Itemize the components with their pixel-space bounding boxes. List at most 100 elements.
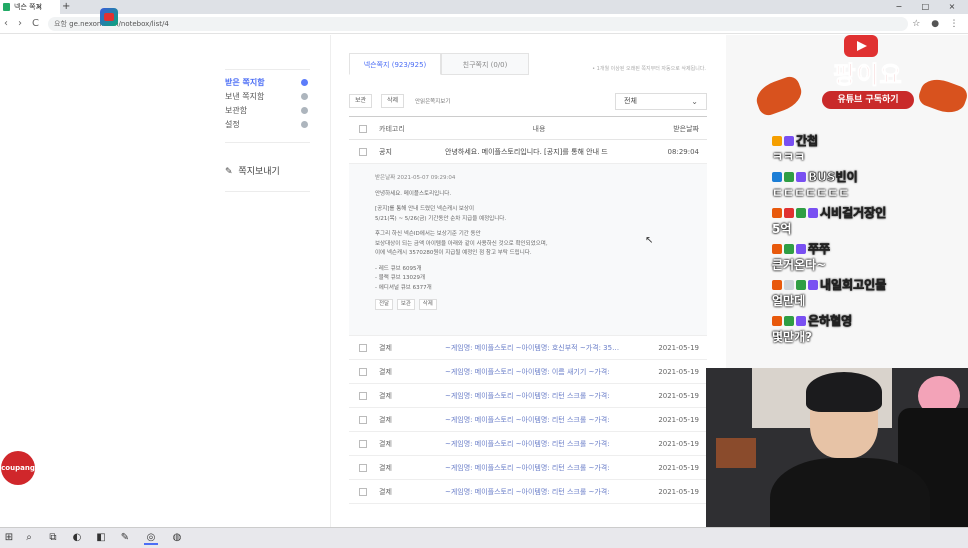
user-badge-icon: [784, 172, 794, 182]
coupang-ad[interactable]: coupang: [0, 448, 36, 490]
chevron-down-icon: ⌄: [691, 97, 698, 106]
forward-note-button[interactable]: 전달: [375, 299, 394, 310]
keep-note-button[interactable]: 보관: [396, 299, 415, 310]
edge-icon[interactable]: ◐: [70, 531, 84, 545]
table-row[interactable]: 결제 ~게임명: 메이플스토리 ~아이템명: 이름 새기기 ~가격: 2021-…: [349, 360, 707, 384]
row-category: 결제: [379, 416, 392, 424]
chat-text: 몇만개?: [772, 330, 813, 344]
user-badge-icon: [796, 316, 806, 326]
row-body[interactable]: ~게임명: 메이플스토리 ~아이템명: 리턴 스크롤 ~가격:: [445, 432, 633, 456]
minimize-button[interactable]: −: [887, 0, 911, 14]
browser-tab[interactable]: 넥슨 쪽지 ×: [0, 0, 60, 14]
row-body[interactable]: ~게임명: 메이플스토리 ~아이템명: 리턴 스크롤 ~가격:: [445, 384, 633, 408]
chat-user: 쭈쭈: [772, 241, 962, 257]
sidebar-divider: [225, 191, 310, 192]
notebox-page: 받은 쪽지함 보낸 쪽지함 보관함 설정 ✎ 쪽지보내기 넥슨쪽지 (923/9…: [0, 35, 726, 527]
row-checkbox[interactable]: [359, 344, 367, 352]
row-checkbox[interactable]: [359, 392, 367, 400]
table-row[interactable]: 결제 ~게임명: 메이플스토리 ~아이템명: 리턴 스크롤 ~가격: 2021-…: [349, 456, 707, 480]
tab-close-icon[interactable]: ×: [36, 0, 43, 14]
reload-button[interactable]: C: [32, 16, 39, 32]
send-note-link[interactable]: ✎ 쪽지보내기: [225, 165, 310, 179]
row-body[interactable]: ~게임명: 메이플스토리 ~아이템명: 호신부적 ~가격: 35…: [445, 336, 633, 360]
chat-message: 쭈쭈 큰거온다~: [772, 241, 962, 273]
table-row[interactable]: 결제 ~게임명: 메이플스토리 ~아이템명: 리턴 스크롤 ~가격: 2021-…: [349, 432, 707, 456]
game-app-icon[interactable]: ◍: [170, 531, 184, 545]
header-body: 내용: [532, 125, 546, 133]
filter-selected-value: 전체: [624, 97, 637, 105]
row-checkbox[interactable]: [359, 368, 367, 376]
row-category: 결제: [379, 392, 392, 400]
notebox-content: 넥슨쪽지 (923/925) 친구쪽지 (0/0) • 1개월 이상된 오래된 …: [330, 35, 726, 527]
url-prefix: 요함: [54, 20, 67, 28]
select-all-checkbox[interactable]: [359, 125, 367, 133]
row-body[interactable]: ~게임명: 메이플스토리 ~아이템명: 리턴 스크롤 ~가격:: [445, 408, 633, 432]
url-input[interactable]: 요함 ge.nexon.com/notebox/list/4: [48, 17, 908, 31]
table-row-notice[interactable]: 공지 안녕하세요. 메이플스토리입니다. [공지]를 통해 안내 드 08:29…: [349, 140, 707, 164]
windows-taskbar: ⊞ ⌕ ⧉ ◐ ◧ ✎ ◎ ◍: [0, 527, 968, 548]
category-filter-select[interactable]: 전체 ⌄: [615, 93, 707, 110]
row-date: 2021-05-19: [658, 392, 699, 400]
row-category: 결제: [379, 344, 392, 352]
close-window-button[interactable]: ×: [940, 0, 964, 14]
keep-button[interactable]: 보관: [349, 94, 373, 108]
new-tab-button[interactable]: +: [62, 0, 70, 13]
row-body[interactable]: 안녕하세요. 메이플스토리입니다. [공지]를 통해 안내 드: [445, 140, 633, 164]
bookmark-star-icon[interactable]: ☆: [908, 16, 924, 32]
delete-button[interactable]: 삭제: [381, 94, 405, 108]
tab-nexon-notes[interactable]: 넥슨쪽지 (923/925): [349, 53, 441, 75]
expanded-received-date: 받은날짜 2021-05-07 09:29:04: [375, 175, 456, 181]
chat-username: 쭈쭈: [808, 242, 831, 257]
webcam-streamer-hair: [806, 372, 882, 412]
chat-username: 시비걸거장인: [820, 206, 887, 221]
task-view-icon[interactable]: ⧉: [46, 531, 60, 545]
table-row[interactable]: 결제 ~게임명: 메이플스토리 ~아이템명: 리턴 스크롤 ~가격: 2021-…: [349, 480, 707, 504]
row-checkbox[interactable]: [359, 148, 367, 156]
forward-button[interactable]: ›: [18, 16, 22, 32]
row-checkbox[interactable]: [359, 464, 367, 472]
profile-icon[interactable]: ●: [927, 16, 943, 32]
explorer-icon[interactable]: ◧: [94, 531, 108, 545]
user-badge-icon: [784, 208, 794, 218]
delete-note-button[interactable]: 삭제: [418, 299, 437, 310]
user-badge-icon: [772, 136, 782, 146]
sidebar-item-sent[interactable]: 보낸 쪽지함: [225, 90, 310, 104]
table-header: 카테고리 내용 받은날짜: [349, 116, 707, 140]
sidebar-item-inbox[interactable]: 받은 쪽지함: [225, 76, 310, 90]
maximize-button[interactable]: □: [913, 0, 937, 14]
window-controls: − □ ×: [887, 0, 964, 14]
row-checkbox[interactable]: [359, 440, 367, 448]
sidebar-item-archive[interactable]: 보관함: [225, 104, 310, 118]
row-checkbox[interactable]: [359, 416, 367, 424]
search-icon[interactable]: ⌕: [22, 531, 36, 545]
row-body[interactable]: ~게임명: 메이플스토리 ~아이템명: 이름 새기기 ~가격:: [445, 360, 633, 384]
table-row[interactable]: 결제 ~게임명: 메이플스토리 ~아이템명: 호신부적 ~가격: 35… 202…: [349, 336, 707, 360]
expanded-line: 5/21(목) ~ 5/26(금) 기간동안 순차 지급을 예정입니다.: [375, 215, 507, 222]
row-date: 08:29:04: [667, 148, 699, 156]
sidebar-item-label: 받은 쪽지함: [225, 78, 265, 87]
chrome-icon[interactable]: ◎: [144, 531, 158, 545]
user-badge-icon: [796, 208, 806, 218]
row-date: 2021-05-19: [658, 344, 699, 352]
user-badge-icon: [772, 208, 782, 218]
screen: 넥슨 쪽지 × + − □ × ‹ › C 요함 ge.nexon.com/no…: [0, 0, 968, 548]
chat-feed: 간첩 ㅋㅋㅋ BUS빈이 ㄷㄷㄷㄷㄷㄷㄷ 시비걸거장인 5억 쭈쭈 큰거온다~ …: [772, 133, 962, 349]
table-row[interactable]: 결제 ~게임명: 메이플스토리 ~아이템명: 리턴 스크롤 ~가격: 2021-…: [349, 408, 707, 432]
back-button[interactable]: ‹: [4, 16, 8, 32]
row-body[interactable]: ~게임명: 메이플스토리 ~아이템명: 리턴 스크롤 ~가격:: [445, 456, 633, 480]
user-badge-icon: [796, 244, 806, 254]
expanded-paragraph: 후그리 하신 넥슨ID에서는 보상기준 기간 동안 보상대상이 되는 금액 아이…: [375, 230, 691, 259]
notes-table: 카테고리 내용 받은날짜 공지 안녕하세요. 메이플스토리입니다. [공지]를 …: [349, 116, 707, 504]
tab-friend-notes[interactable]: 친구쪽지 (0/0): [441, 53, 529, 75]
windows-start-icon[interactable]: ⊞: [2, 531, 16, 545]
row-checkbox[interactable]: [359, 488, 367, 496]
row-category: 결제: [379, 488, 392, 496]
unread-filter-link[interactable]: 안읽은쪽지보기: [415, 97, 450, 105]
menu-icon[interactable]: ⋮: [946, 16, 962, 32]
row-body[interactable]: ~게임명: 메이플스토리 ~아이템명: 리턴 스크롤 ~가격:: [445, 480, 633, 504]
expanded-paragraph: [공지]를 통해 안내 드렸던 넥슨캐시 보상이 5/21(목) ~ 5/26(…: [375, 205, 691, 224]
paint-icon[interactable]: ✎: [118, 531, 132, 545]
sidebar-item-settings[interactable]: 설정: [225, 118, 310, 132]
table-row[interactable]: 결제 ~게임명: 메이플스토리 ~아이템명: 리턴 스크롤 ~가격: 2021-…: [349, 384, 707, 408]
chat-user: BUS빈이: [772, 169, 962, 185]
